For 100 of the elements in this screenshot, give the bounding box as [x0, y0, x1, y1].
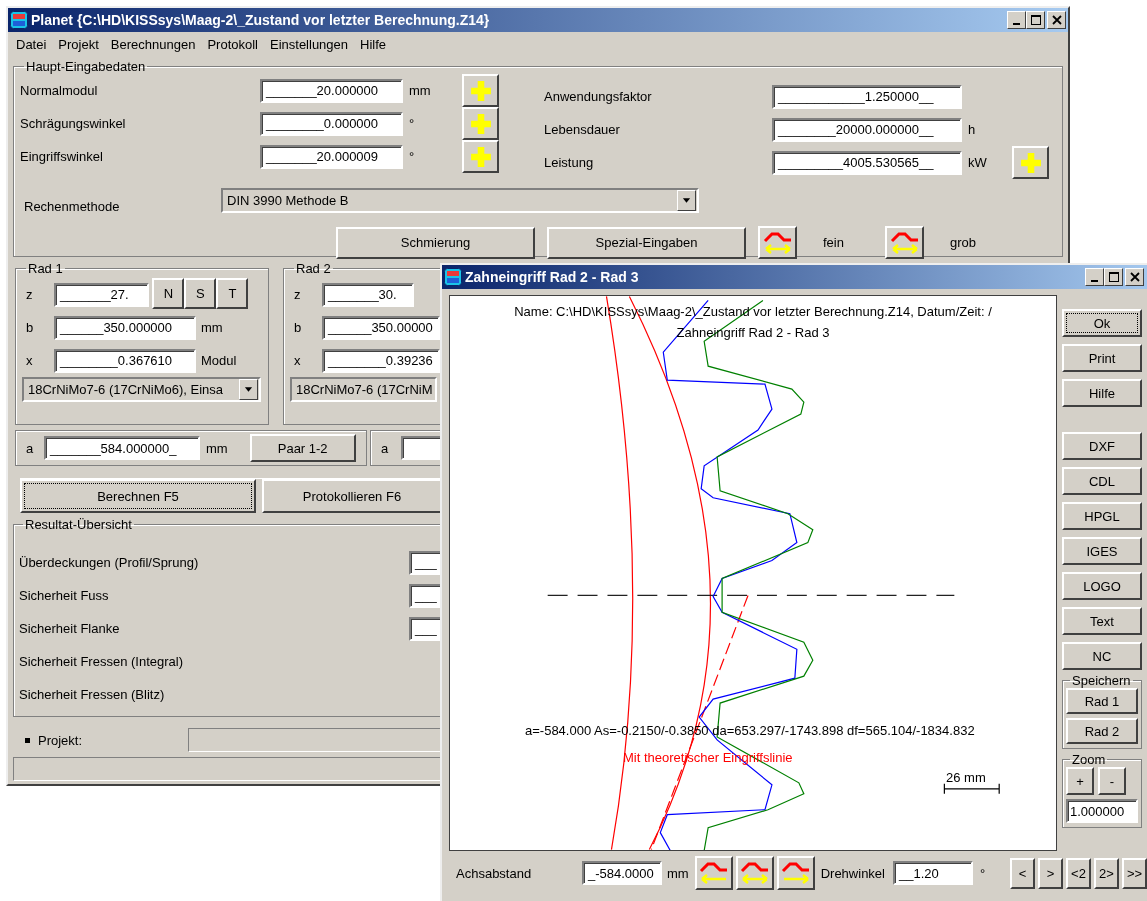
nav-button[interactable]: < — [1010, 857, 1035, 889]
add-button[interactable] — [462, 74, 499, 107]
maximize-button[interactable] — [1026, 11, 1045, 29]
input-field[interactable]: _______27. — [54, 282, 149, 307]
input-field[interactable]: ______350.000000 — [54, 315, 196, 340]
minimize-button[interactable] — [1007, 11, 1026, 29]
close-button[interactable] — [1125, 268, 1144, 286]
field-label: a — [380, 440, 390, 456]
field-label: z — [25, 287, 34, 302]
dialog-button[interactable]: Hilfe — [1062, 379, 1142, 407]
right-arrow-icon — [780, 860, 811, 886]
field-label: Leistung — [544, 155, 595, 170]
zoom-field[interactable]: 1.000000 — [1066, 799, 1138, 823]
export-button[interactable]: Text — [1062, 607, 1142, 635]
result-label: Sicherheit Fuss — [19, 588, 110, 603]
minimize-icon — [1091, 279, 1098, 282]
toggle-button[interactable]: T — [216, 278, 249, 309]
input-field[interactable]: ________0.000000 — [260, 111, 403, 136]
step-button[interactable] — [758, 226, 797, 259]
maximize-icon — [1030, 15, 1041, 25]
input-field[interactable]: _______20.000009 — [260, 144, 403, 169]
nav-button[interactable]: > — [1038, 857, 1063, 889]
menu-item[interactable]: Datei — [16, 37, 47, 55]
step-label: grob — [949, 235, 978, 250]
material-dropdown[interactable]: 18CrNiMo7-6 (17CrNiM — [290, 377, 437, 402]
nav-button[interactable]: >> — [1122, 857, 1147, 889]
unit-label: kW — [968, 155, 987, 170]
nav-button[interactable]: 2> — [1094, 857, 1119, 889]
input-field[interactable]: _-584.0000 — [582, 861, 662, 885]
action-button[interactable]: Berechnen F5 — [20, 479, 256, 513]
group-legend: Speichern — [1070, 673, 1133, 688]
input-field[interactable]: __1.20 — [893, 861, 973, 885]
add-button[interactable] — [1012, 146, 1049, 179]
export-button[interactable]: HPGL — [1062, 502, 1142, 530]
bullet-icon — [25, 737, 30, 743]
step-button[interactable] — [885, 226, 924, 259]
group-legend: Zoom — [1070, 752, 1108, 767]
field-label: Eingriffswinkel — [20, 149, 104, 164]
zoom-button[interactable]: - — [1098, 767, 1126, 795]
input-field[interactable]: ______350.00000 — [322, 315, 440, 340]
dialog-button[interactable]: Ok — [1062, 309, 1142, 337]
plus-icon — [1019, 151, 1042, 174]
input-field[interactable]: ________20000.000000__ — [772, 117, 962, 142]
close-icon — [1051, 15, 1062, 25]
export-button[interactable]: DXF — [1062, 432, 1142, 460]
shift-button[interactable] — [694, 856, 733, 890]
minimize-button[interactable] — [1085, 268, 1104, 286]
input-field[interactable]: _______30. — [322, 282, 414, 307]
menu-item[interactable]: Einstellungen — [270, 37, 349, 55]
unit-label: Modul — [201, 353, 237, 368]
method-dropdown[interactable]: DIN 3990 Methode B — [221, 188, 699, 213]
export-button[interactable]: CDL — [1062, 467, 1142, 495]
push-button[interactable]: Schmierung — [336, 226, 535, 259]
input-field[interactable]: ________0.39236 — [322, 348, 440, 373]
unit-label: mm — [201, 320, 223, 335]
add-button[interactable] — [462, 140, 499, 173]
group-legend: Rad 1 — [26, 261, 65, 276]
save-button[interactable]: Rad 2 — [1066, 718, 1138, 744]
push-button[interactable]: Spezial-Eingaben — [547, 226, 746, 259]
pair-button[interactable]: Paar 1-2 — [249, 434, 356, 462]
action-button[interactable]: Protokollieren F6 — [262, 479, 442, 513]
unit-label: ° — [979, 865, 987, 881]
close-button[interactable] — [1047, 11, 1066, 29]
scale-bar-icon — [943, 783, 1000, 795]
step-label: fein — [822, 235, 845, 250]
menu-item[interactable]: Protokoll — [207, 37, 258, 55]
input-field[interactable]: _________4005.530565__ — [772, 150, 962, 175]
input-field[interactable]: _______20.000000 — [260, 78, 403, 103]
input-field[interactable]: ________0.367610 — [54, 348, 196, 373]
dialog-button[interactable]: Print — [1062, 344, 1142, 372]
export-button[interactable]: IGES — [1062, 537, 1142, 565]
input-field[interactable]: _______584.000000_ — [44, 436, 200, 460]
save-button[interactable]: Rad 1 — [1066, 688, 1138, 714]
toggle-button[interactable]: N — [152, 278, 185, 309]
toggle-button[interactable]: S — [184, 278, 217, 309]
window-title: Planet {C:\HD\KISSsys\Maag-2\_Zustand vor letzter Berechnung.Z14} — [31, 12, 490, 28]
zoom-button[interactable]: + — [1066, 767, 1094, 795]
dropdown-arrow-icon — [682, 197, 691, 204]
double-arrow-icon — [739, 860, 770, 886]
unit-label: ° — [409, 116, 415, 131]
menu-item[interactable]: Berechnungen — [110, 37, 196, 55]
nav-button[interactable]: <2 — [1066, 857, 1091, 889]
field-label: z — [293, 287, 302, 302]
add-button[interactable] — [462, 107, 499, 140]
field-label: b — [293, 320, 303, 335]
export-button[interactable]: LOGO — [1062, 572, 1142, 600]
input-field[interactable]: ____________1.250000__ — [772, 84, 962, 109]
menu-item[interactable]: Projekt — [58, 37, 99, 55]
field-label: Anwendungsfaktor — [544, 89, 653, 104]
scale-label: 26 mm — [946, 770, 986, 785]
result-label: Überdeckungen (Profil/Sprung) — [19, 555, 200, 570]
export-button[interactable]: NC — [1062, 642, 1142, 670]
shift-button[interactable] — [735, 856, 774, 890]
material-dropdown[interactable]: 18CrNiMo7-6 (17CrNiMo6), Einsa — [22, 377, 261, 402]
maximize-button[interactable] — [1104, 268, 1123, 286]
minimize-icon — [1013, 22, 1020, 25]
shift-button[interactable] — [776, 856, 815, 890]
menu-item[interactable]: Hilfe — [360, 37, 387, 55]
unit-label: mm — [666, 865, 690, 881]
field-label: Normalmodul — [20, 83, 99, 98]
